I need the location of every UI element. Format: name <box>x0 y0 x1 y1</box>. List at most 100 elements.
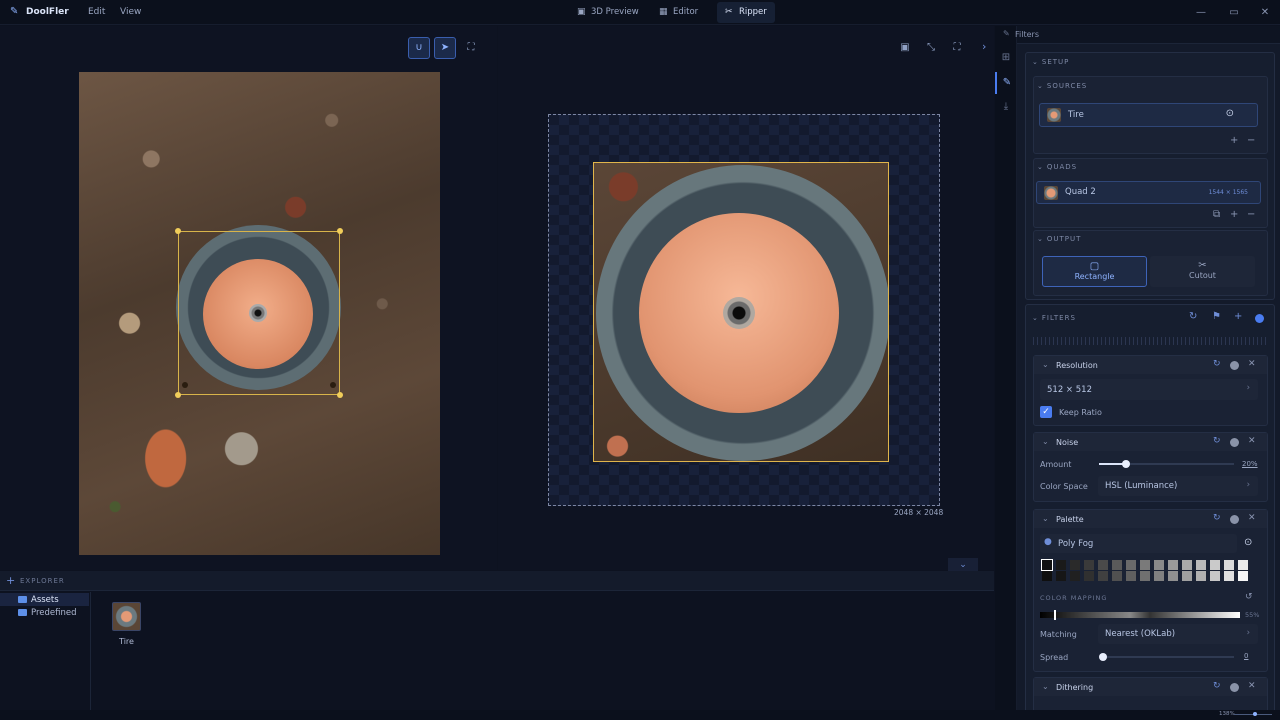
chevron-right-icon[interactable]: › <box>982 40 986 53</box>
spread-slider-knob[interactable] <box>1099 653 1107 661</box>
brush-icon[interactable]: ✎ <box>995 72 1017 94</box>
palette-swatch[interactable] <box>1238 560 1248 570</box>
noise-header[interactable]: ⌄ Noise ↻ ✕ <box>1034 433 1267 451</box>
select-tool-button[interactable]: ➤ <box>434 37 456 59</box>
tree-item-predefined[interactable]: Predefined <box>18 608 77 618</box>
keep-ratio-checkbox[interactable]: ✓ <box>1040 406 1052 418</box>
palette-swatch[interactable] <box>1168 560 1178 570</box>
palette-swatch[interactable] <box>1112 560 1122 570</box>
palette-swatch[interactable] <box>1210 560 1220 570</box>
palette-swatch[interactable] <box>1098 560 1108 570</box>
palette-header[interactable]: ⌄ Palette ↻ ✕ <box>1034 510 1267 528</box>
tab-3d-preview[interactable]: ▣ 3D Preview <box>569 2 647 23</box>
quad-handle[interactable] <box>330 382 336 388</box>
toggle-filters-icon[interactable] <box>1255 314 1264 323</box>
download-icon[interactable]: ⤓ <box>995 96 1017 118</box>
reset-icon[interactable]: ↻ <box>1213 513 1221 523</box>
setup-header[interactable]: ⌄ SETUP <box>1032 58 1069 66</box>
close-icon[interactable]: ✕ <box>1248 681 1256 691</box>
sources-header[interactable]: ⌄ SOURCES <box>1037 82 1087 90</box>
palette-swatch[interactable] <box>1168 571 1178 581</box>
refresh-icon[interactable]: ↻ <box>1189 311 1197 322</box>
collapse-explorer-button[interactable]: ⌄ <box>948 558 978 572</box>
asset-thumbnail[interactable] <box>112 602 141 631</box>
reset-icon[interactable]: ↻ <box>1213 436 1221 446</box>
toggle-icon[interactable] <box>1230 361 1239 370</box>
output-rectangle-button[interactable]: ▢ Rectangle <box>1042 256 1147 287</box>
toggle-icon[interactable] <box>1230 438 1239 447</box>
fit-view-button[interactable]: ⛶ <box>460 37 482 59</box>
palette-swatch[interactable] <box>1140 560 1150 570</box>
menu-view[interactable]: View <box>120 0 141 25</box>
palette-swatch[interactable] <box>1154 571 1164 581</box>
quad-handle[interactable] <box>337 228 343 234</box>
remove-source-button[interactable]: − <box>1247 135 1255 146</box>
palette-swatch[interactable] <box>1042 571 1052 581</box>
spread-value[interactable]: 0 <box>1244 652 1248 660</box>
mapping-handle[interactable] <box>1054 610 1056 620</box>
tab-editor[interactable]: ▦ Editor <box>651 2 706 23</box>
tab-ripper[interactable]: ✂ Ripper <box>717 2 775 23</box>
palette-swatch[interactable] <box>1224 560 1234 570</box>
palette-swatch[interactable] <box>1210 571 1220 581</box>
palette-swatch[interactable] <box>1126 560 1136 570</box>
quad-handle[interactable] <box>175 392 181 398</box>
palette-swatch[interactable] <box>1182 560 1192 570</box>
dithering-header[interactable]: ⌄ Dithering ↻ ✕ <box>1034 678 1267 696</box>
palette-swatch[interactable] <box>1196 571 1206 581</box>
add-icon[interactable]: + <box>6 574 15 587</box>
palette-swatch[interactable] <box>1084 560 1094 570</box>
palette-swatch[interactable] <box>1238 571 1248 581</box>
palette-swatch[interactable] <box>1182 571 1192 581</box>
quad-selection[interactable] <box>175 228 343 398</box>
fullscreen-button[interactable]: ⛶ <box>946 37 968 59</box>
undo-icon[interactable]: ↺ <box>1245 592 1253 602</box>
quads-header[interactable]: ⌄ QUADS <box>1037 163 1077 171</box>
palette-swatch[interactable] <box>1196 560 1206 570</box>
drag-handle[interactable] <box>1033 337 1268 345</box>
filters-header[interactable]: ⌄ FILTERS <box>1032 314 1076 322</box>
matching-select[interactable]: Nearest (OKLab) › <box>1098 624 1258 644</box>
color-mapping-gradient[interactable] <box>1040 610 1240 620</box>
tree-item-assets[interactable]: Assets <box>0 593 89 606</box>
amount-slider[interactable] <box>1099 463 1234 465</box>
source-item[interactable]: Tire ⊙ <box>1039 103 1258 127</box>
resolution-header[interactable]: ⌄ Resolution ↻ ✕ <box>1034 356 1267 374</box>
amount-value[interactable]: 20% <box>1242 460 1258 468</box>
bookmark-icon[interactable]: ⚑ <box>1212 311 1221 322</box>
reset-icon[interactable]: ↻ <box>1213 359 1221 369</box>
shrink-button[interactable]: ⤡ <box>920 37 942 59</box>
palette-swatch[interactable] <box>1084 571 1094 581</box>
close-window-button[interactable]: ✕ <box>1248 0 1280 25</box>
palette-swatch[interactable] <box>1056 571 1066 581</box>
amount-slider-knob[interactable] <box>1122 460 1130 468</box>
grid-icon[interactable]: ⊞ <box>995 47 1017 69</box>
palette-swatch[interactable] <box>1154 560 1164 570</box>
palette-swatch[interactable] <box>1224 571 1234 581</box>
remove-quad-button[interactable]: − <box>1247 209 1255 220</box>
close-icon[interactable]: ✕ <box>1248 513 1256 523</box>
quad-handle[interactable] <box>182 382 188 388</box>
palette-select[interactable]: ● Poly Fog <box>1040 534 1237 553</box>
quad-handle[interactable] <box>175 228 181 234</box>
palette-swatch[interactable] <box>1140 571 1150 581</box>
target-icon[interactable]: ⊙ <box>1244 537 1252 548</box>
resolution-select[interactable]: 512 × 512 › <box>1040 379 1258 400</box>
palette-swatch[interactable] <box>1056 560 1066 570</box>
output-cutout-button[interactable]: ✂ Cutout <box>1150 256 1255 287</box>
palette-swatch[interactable] <box>1112 571 1122 581</box>
fit-output-button[interactable]: ▣ <box>894 37 916 59</box>
palette-swatch[interactable] <box>1098 571 1108 581</box>
palette-swatch[interactable] <box>1041 559 1053 571</box>
duplicate-quad-button[interactable]: ⧉ <box>1213 209 1220 220</box>
quad-handle[interactable] <box>337 392 343 398</box>
menu-edit[interactable]: Edit <box>88 0 105 25</box>
palette-swatch[interactable] <box>1126 571 1136 581</box>
add-quad-button[interactable]: + <box>1230 209 1238 220</box>
output-header[interactable]: ⌄ OUTPUT <box>1037 235 1081 243</box>
zoom-knob[interactable] <box>1253 712 1257 716</box>
add-filter-button[interactable]: + <box>1234 311 1242 322</box>
maximize-button[interactable]: ▭ <box>1217 0 1251 25</box>
add-source-button[interactable]: + <box>1230 135 1238 146</box>
palette-swatch[interactable] <box>1070 560 1080 570</box>
